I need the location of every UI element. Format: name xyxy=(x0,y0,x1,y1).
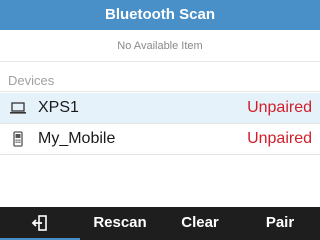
rescan-button[interactable]: Rescan xyxy=(80,207,160,240)
device-name: XPS1 xyxy=(38,99,79,116)
phone-icon xyxy=(9,130,27,148)
device-row-xps1[interactable]: XPS1 Unpaired xyxy=(0,93,320,124)
back-icon xyxy=(30,214,50,231)
device-status: Unpaired xyxy=(247,130,312,147)
back-button[interactable] xyxy=(0,207,80,240)
device-status: Unpaired xyxy=(247,99,312,116)
device-row-my-mobile[interactable]: My_Mobile Unpaired xyxy=(0,124,320,155)
device-name: My_Mobile xyxy=(38,130,116,147)
device-list: XPS1 Unpaired My_Mobile Unpaired xyxy=(0,93,320,155)
page-title: Bluetooth Scan xyxy=(0,0,320,30)
softkey-bar: Rescan Clear Pair xyxy=(0,207,320,240)
pair-button[interactable]: Pair xyxy=(240,207,320,240)
clear-button[interactable]: Clear xyxy=(160,207,240,240)
devices-section-header: Devices xyxy=(0,70,320,92)
laptop-icon xyxy=(9,99,27,117)
status-message: No Available Item xyxy=(0,30,320,62)
bluetooth-scan-screen: Bluetooth Scan No Available Item Devices… xyxy=(0,0,320,240)
